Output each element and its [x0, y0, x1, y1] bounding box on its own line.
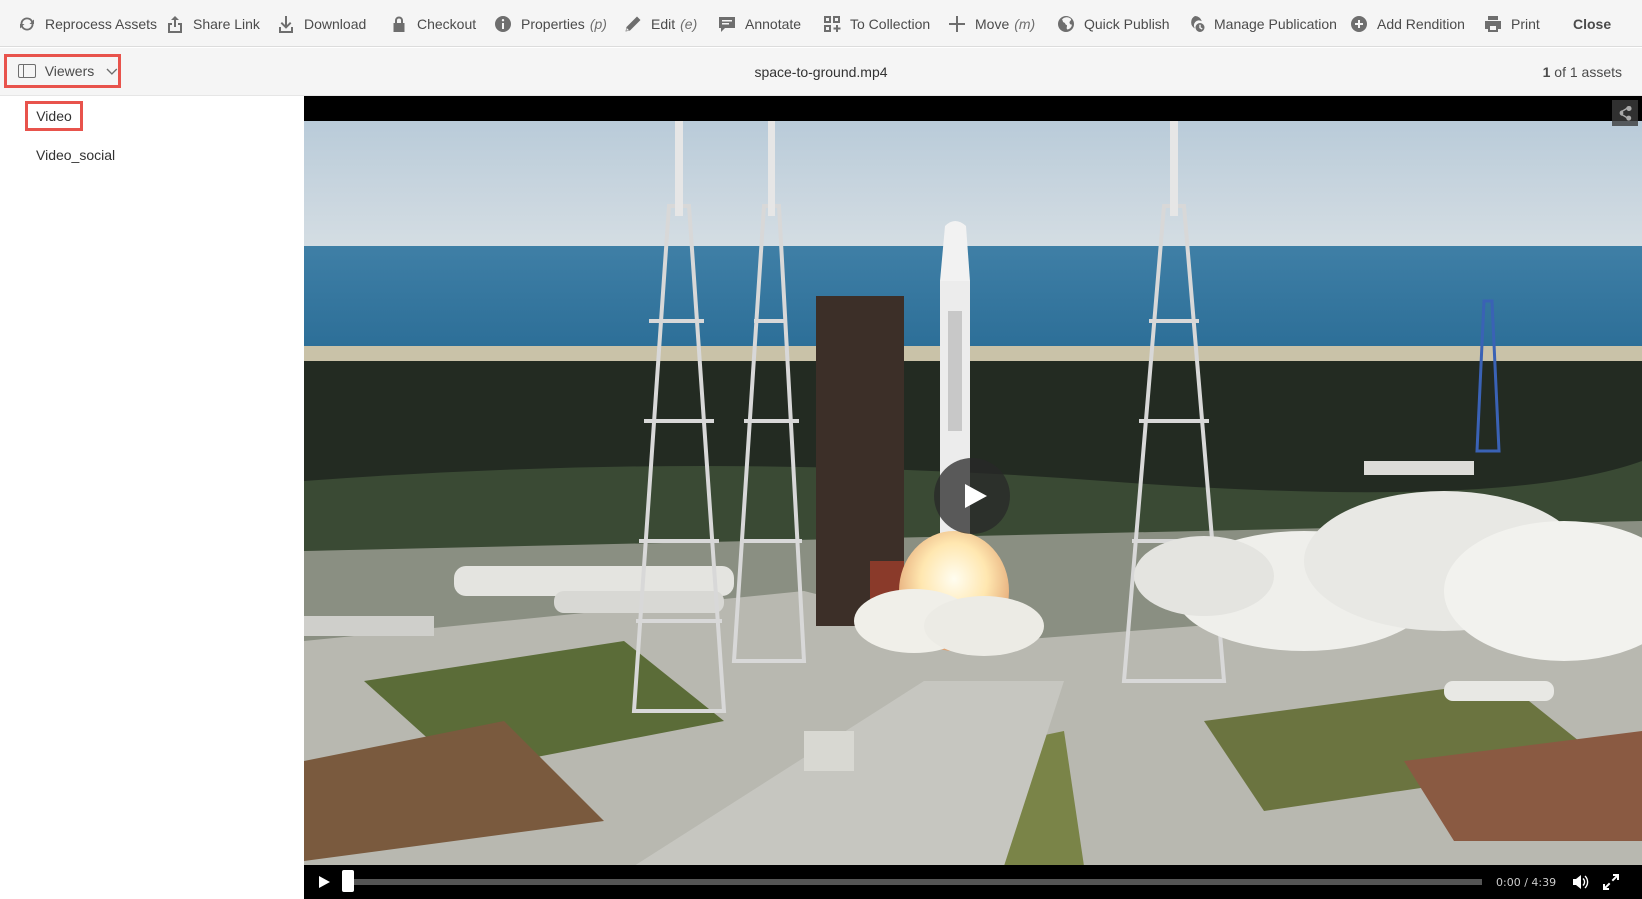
play-icon [319, 876, 330, 888]
video-player: 0:00 / 4:39 [304, 96, 1642, 899]
checkout-label: Checkout [417, 15, 477, 32]
reprocess-assets-button[interactable]: Reprocess Assets [18, 0, 157, 47]
share-icon [1619, 105, 1632, 121]
share-link-label: Share Link [193, 15, 260, 32]
add-rendition-button[interactable]: Add Rendition [1350, 0, 1465, 47]
manage-publication-button[interactable]: Manage Publication [1187, 0, 1337, 47]
download-icon [279, 15, 293, 33]
close-button[interactable]: Close [1573, 0, 1611, 47]
manage-publication-label: Manage Publication [1214, 15, 1337, 32]
edit-shortcut: (e) [680, 15, 698, 32]
reprocess-assets-label: Reprocess Assets [45, 15, 158, 32]
viewer-header: space-to-ground.mp4 Viewers 1 of 1 asset… [0, 48, 1642, 96]
add-circle-icon [1351, 15, 1367, 32]
move-icon [949, 15, 965, 32]
video-share-button[interactable] [1612, 100, 1638, 126]
info-icon [495, 15, 511, 32]
add-rendition-label: Add Rendition [1377, 15, 1465, 32]
rail-item-video[interactable]: Video [25, 101, 83, 131]
annotate-label: Annotate [745, 15, 802, 32]
seek-bar[interactable] [342, 870, 1482, 892]
big-play-button[interactable] [934, 458, 1010, 534]
comment-icon [719, 16, 735, 32]
move-button[interactable]: Move (m) [948, 0, 1035, 47]
properties-label: Properties [521, 15, 585, 32]
properties-button[interactable]: Properties (p) [494, 0, 607, 47]
play-icon [964, 484, 987, 508]
edit-button[interactable]: Edit (e) [624, 0, 697, 47]
asset-counter-total: of 1 assets [1554, 64, 1622, 80]
asset-counter: 1 of 1 assets [1543, 48, 1622, 96]
video-controls: 0:00 / 4:39 [304, 865, 1642, 899]
print-button[interactable]: Print [1484, 0, 1540, 47]
annotate-button[interactable]: Annotate [718, 0, 801, 47]
rail-item-label: Video_social [36, 147, 116, 163]
collection-add-icon [824, 15, 841, 32]
rail-item-video-social[interactable]: Video_social [36, 147, 115, 163]
rail-item-label: Video [36, 108, 72, 124]
time-display: 0:00 / 4:39 [1496, 875, 1557, 889]
asset-filename: space-to-ground.mp4 [754, 64, 888, 80]
share-link-button[interactable]: Share Link [166, 0, 260, 47]
fullscreen-button[interactable] [1598, 869, 1624, 895]
play-button[interactable] [310, 868, 338, 896]
viewers-dropdown[interactable]: Viewers [4, 54, 121, 88]
quick-publish-button[interactable]: Quick Publish [1057, 0, 1170, 47]
globe-icon [1058, 15, 1074, 32]
to-collection-button[interactable]: To Collection [823, 0, 930, 47]
checkout-button[interactable]: Checkout [390, 0, 476, 47]
close-label: Close [1573, 15, 1612, 32]
download-button[interactable]: Download [277, 0, 366, 47]
asset-counter-current: 1 [1542, 64, 1551, 80]
refresh-icon [20, 17, 34, 30]
print-label: Print [1511, 15, 1540, 32]
action-bar: Reprocess Assets Share Link Download Che… [0, 0, 1642, 47]
quick-publish-label: Quick Publish [1084, 15, 1170, 32]
fullscreen-icon [1603, 874, 1620, 890]
globe-clock-icon [1191, 15, 1205, 32]
volume-button[interactable] [1568, 869, 1594, 895]
move-shortcut: (m) [1014, 15, 1036, 32]
pencil-icon [625, 16, 641, 31]
viewers-rail: Video Video_social [0, 96, 304, 899]
seek-handle[interactable] [342, 870, 354, 892]
share-icon [168, 15, 182, 33]
edit-label: Edit [651, 15, 676, 32]
download-label: Download [304, 15, 367, 32]
to-collection-label: To Collection [850, 15, 931, 32]
move-label: Move [975, 15, 1010, 32]
rail-toggle-icon [18, 64, 36, 78]
lock-icon [393, 16, 405, 32]
properties-shortcut: (p) [589, 15, 607, 32]
viewers-label: Viewers [44, 63, 95, 79]
chevron-down-icon [106, 68, 118, 75]
print-icon [1485, 15, 1501, 32]
volume-icon [1573, 875, 1589, 889]
